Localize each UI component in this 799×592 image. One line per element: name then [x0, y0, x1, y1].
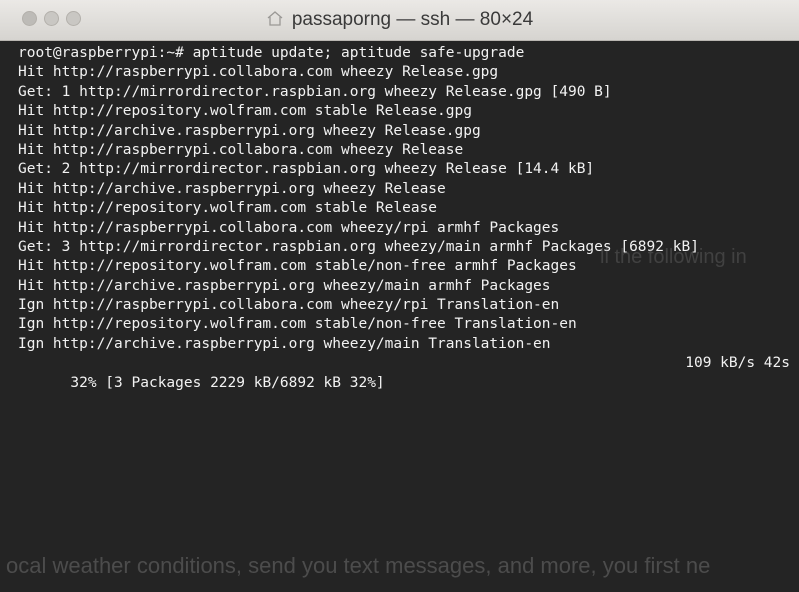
window-title: passaporng — ssh — 80×24	[291, 9, 534, 30]
terminal-window: passaporng — ssh — 80×24 root@raspberryp…	[0, 0, 799, 592]
terminal-output-line: Hit http://archive.raspberrypi.org wheez…	[18, 277, 551, 294]
terminal-output-line: Get: 1 http://mirrordirector.raspbian.or…	[18, 83, 612, 100]
terminal-output-line: Hit http://archive.raspberrypi.org wheez…	[18, 180, 446, 197]
terminal-output-line: Hit http://repository.wolfram.com stable…	[18, 103, 472, 120]
terminal-output-line: Ign http://raspberrypi.collabora.com whe…	[18, 297, 560, 314]
terminal-output-line: Get: 2 http://mirrordirector.raspbian.or…	[18, 161, 595, 178]
terminal-output-line: Get: 3 http://mirrordirector.raspbian.or…	[18, 238, 699, 255]
progress-status-left: 32% [3 Packages 2229 kB/6892 kB 32%]	[70, 374, 385, 391]
home-icon	[266, 10, 284, 33]
command-prompt-line: root@raspberrypi:~# aptitude update; apt…	[18, 45, 525, 61]
terminal-output-line: Hit http://raspberrypi.collabora.com whe…	[18, 141, 464, 158]
terminal-output-line: Hit http://raspberrypi.collabora.com whe…	[18, 64, 499, 81]
terminal-output-line: Ign http://repository.wolfram.com stable…	[18, 316, 577, 333]
progress-status-right: 109 kB/s 42s	[685, 355, 790, 372]
progress-status-line: 32% [3 Packages 2229 kB/6892 kB 32%] 109…	[18, 354, 790, 390]
title-bar[interactable]: passaporng — ssh — 80×24	[0, 0, 799, 41]
terminal-output-line: Hit http://repository.wolfram.com stable…	[18, 258, 577, 275]
terminal-output[interactable]: root@raspberrypi:~# aptitude update; apt…	[0, 41, 799, 592]
terminal-output-line: Hit http://repository.wolfram.com stable…	[18, 200, 438, 217]
terminal-output-line: Hit http://archive.raspberrypi.org wheez…	[18, 122, 481, 139]
terminal-output-line: Ign http://archive.raspberrypi.org wheez…	[18, 335, 551, 352]
terminal-lines: root@raspberrypi:~# aptitude update; apt…	[18, 44, 799, 354]
terminal-output-line: Hit http://raspberrypi.collabora.com whe…	[18, 219, 560, 236]
window-title-container: passaporng — ssh — 80×24	[0, 9, 799, 33]
